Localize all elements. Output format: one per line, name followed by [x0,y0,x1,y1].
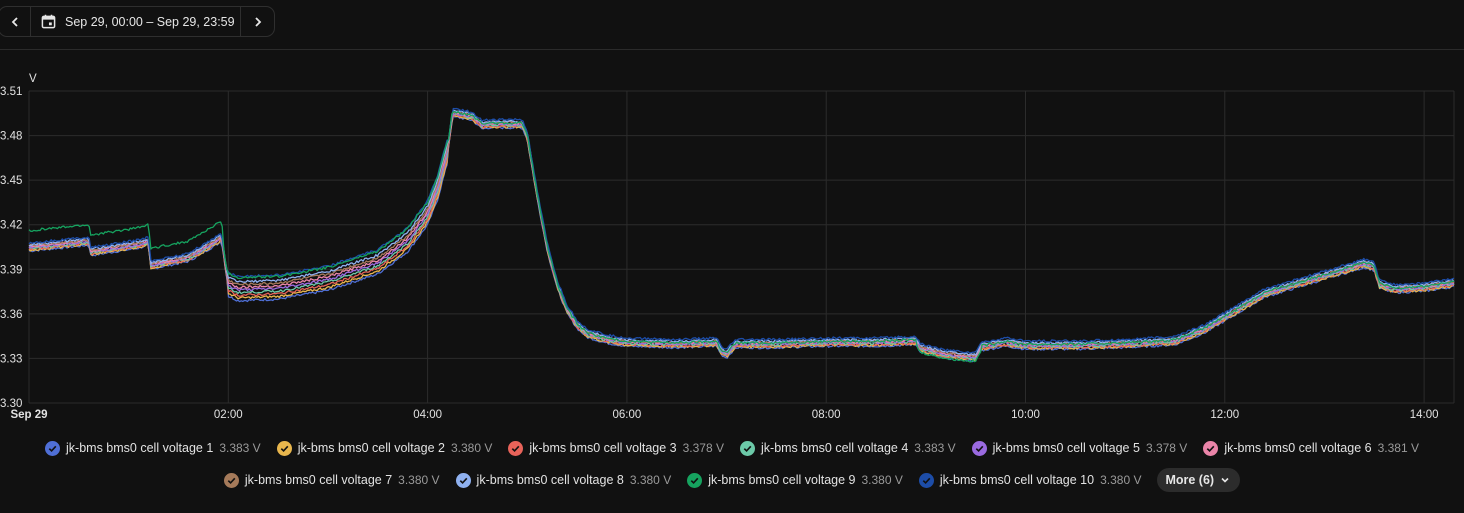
legend-series-value: 3.381 V [1377,441,1419,455]
x-tick-label: Sep 29 [10,409,47,421]
x-tick-label: 04:00 [413,409,442,421]
chart-legend: jk-bms bms0 cell voltage 1 3.383 Vjk-bms … [0,436,1464,500]
x-tick-label: 08:00 [812,409,841,421]
chart-series-layer [28,107,1455,363]
legend-row: jk-bms bms0 cell voltage 1 3.383 Vjk-bms … [0,436,1464,460]
y-tick-label: 3.39 [0,264,22,276]
legend-series-value: 3.378 V [682,441,724,455]
legend-series-value: 3.380 V [861,473,903,487]
x-tick-label: 02:00 [214,409,243,421]
legend-series-name: jk-bms bms0 cell voltage 3 [529,441,677,455]
x-tick-label: 12:00 [1210,409,1239,421]
chevron-down-icon [1221,477,1229,483]
legend-item-cell-voltage-6[interactable]: jk-bms bms0 cell voltage 6 3.381 V [1203,440,1419,456]
legend-item-cell-voltage-10[interactable]: jk-bms bms0 cell voltage 10 3.380 V [918,472,1142,488]
check-icon [508,440,524,456]
next-period-button[interactable] [240,7,274,36]
date-range-toolbar: Sep 29, 00:00 – Sep 29, 23:59 [0,6,275,37]
date-range-picker[interactable]: Sep 29, 00:00 – Sep 29, 23:59 [30,7,240,36]
legend-item-cell-voltage-9[interactable]: jk-bms bms0 cell voltage 9 3.380 V [687,472,903,488]
legend-item-cell-voltage-1[interactable]: jk-bms bms0 cell voltage 1 3.383 V [45,440,261,456]
series-line-cell-voltage-1 [28,115,1455,363]
legend-item-cell-voltage-5[interactable]: jk-bms bms0 cell voltage 5 3.378 V [971,440,1188,456]
series-line-cell-voltage-10 [28,107,1455,354]
series-line-cell-voltage-6 [28,111,1455,358]
legend-series-name: jk-bms bms0 cell voltage 6 [1224,441,1372,455]
more-series-button[interactable]: More (6) [1157,468,1241,492]
check-icon [45,440,61,456]
legend-series-name: jk-bms bms0 cell voltage 9 [708,473,856,487]
series-line-cell-voltage-4 [28,112,1455,360]
legend-series-value: 3.380 V [1100,473,1142,487]
legend-item-cell-voltage-4[interactable]: jk-bms bms0 cell voltage 4 3.383 V [740,440,956,456]
y-tick-label: 3.42 [0,220,22,232]
y-tick-label: 3.51 [0,86,22,98]
series-line-cell-voltage-8 [28,109,1455,356]
check-icon [687,472,703,488]
legend-series-value: 3.380 V [450,441,493,455]
more-series-label: More (6) [1165,473,1215,487]
series-line-cell-voltage-3 [28,114,1455,361]
series-line-cell-voltage-5 [28,111,1455,359]
y-tick-label: 3.45 [0,175,22,187]
check-icon [918,472,934,488]
series-line-cell-voltage-9 [28,110,1455,363]
legend-series-value: 3.383 V [914,441,956,455]
legend-series-name: jk-bms bms0 cell voltage 1 [66,441,214,455]
series-line-cell-voltage-7 [28,110,1455,358]
legend-series-name: jk-bms bms0 cell voltage 4 [761,441,909,455]
toolbar-divider [0,49,1464,50]
legend-item-cell-voltage-2[interactable]: jk-bms bms0 cell voltage 2 3.380 V [276,440,493,456]
series-line-cell-voltage-2 [28,114,1455,362]
date-range-label: Sep 29, 00:00 – Sep 29, 23:59 [65,14,235,29]
y-axis-label: V [29,73,37,85]
check-icon [223,472,239,488]
x-tick-label: 14:00 [1410,409,1439,421]
y-tick-label: 3.33 [0,353,22,365]
y-tick-label: 3.48 [0,131,22,143]
voltage-line-chart: 3.303.333.363.393.423.453.483.51VSep 29 0… [0,73,1455,421]
legend-series-name: jk-bms bms0 cell voltage 5 [992,441,1140,455]
legend-item-cell-voltage-3[interactable]: jk-bms bms0 cell voltage 3 3.378 V [508,440,724,456]
legend-item-cell-voltage-8[interactable]: jk-bms bms0 cell voltage 8 3.380 V [455,472,672,488]
check-icon [1203,440,1219,456]
legend-series-name: jk-bms bms0 cell voltage 10 [939,473,1095,487]
legend-series-name: jk-bms bms0 cell voltage 7 [244,473,393,487]
calendar-icon [41,14,56,29]
legend-row: jk-bms bms0 cell voltage 7 3.380 Vjk-bms … [0,468,1464,492]
legend-series-value: 3.380 V [398,473,440,487]
chevron-right-icon [254,16,261,27]
check-icon [455,472,471,488]
chevron-left-icon [11,16,18,27]
check-icon [740,440,755,456]
y-tick-label: 3.36 [0,309,22,321]
chart-axes: 3.303.333.363.393.423.453.483.51VSep 29 0… [0,73,1438,421]
check-icon [276,440,292,456]
legend-series-value: 3.378 V [1145,441,1188,455]
legend-series-value: 3.383 V [219,441,261,455]
previous-period-button[interactable] [0,7,30,36]
chart-grid [28,90,1455,404]
legend-series-value: 3.380 V [629,473,672,487]
x-tick-label: 10:00 [1011,409,1040,421]
x-tick-label: 06:00 [613,409,642,421]
legend-series-name: jk-bms bms0 cell voltage 2 [297,441,445,455]
check-icon [971,440,987,456]
legend-series-name: jk-bms bms0 cell voltage 8 [476,473,624,487]
legend-item-cell-voltage-7[interactable]: jk-bms bms0 cell voltage 7 3.380 V [223,472,440,488]
